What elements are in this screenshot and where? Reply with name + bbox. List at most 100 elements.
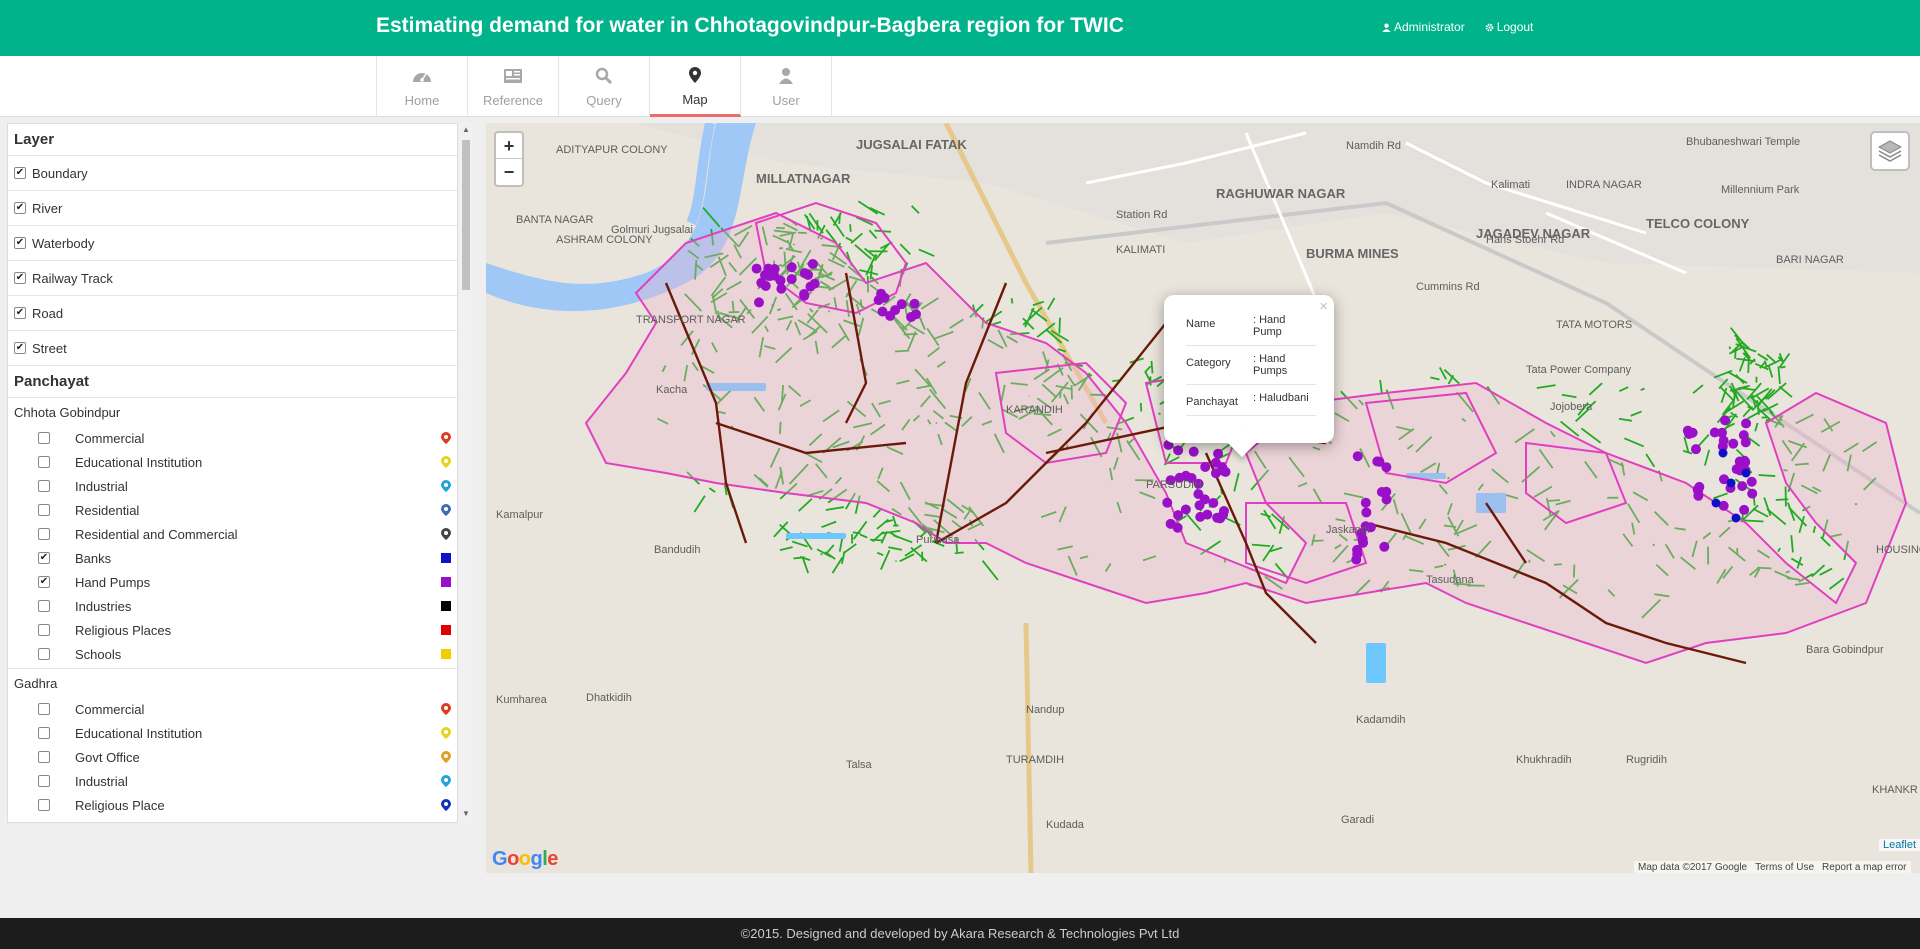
- hand-pump-marker: [909, 298, 920, 309]
- main-nav: Home Reference Query Map User: [0, 56, 1920, 117]
- category-checkbox[interactable]: [38, 648, 50, 660]
- panchayat-name: Chhota Gobindpur: [14, 405, 121, 420]
- category-checkbox[interactable]: [38, 775, 50, 787]
- map-attribution: Map data ©2017 Google Terms of Use Repor…: [1634, 861, 1911, 873]
- tab-map[interactable]: Map: [650, 56, 741, 117]
- category-row[interactable]: Industrial: [8, 769, 457, 793]
- category-row[interactable]: Commercial: [8, 426, 457, 450]
- leaflet-attribution-link[interactable]: Leaflet: [1879, 839, 1920, 851]
- popup-close-icon[interactable]: ×: [1319, 298, 1328, 315]
- category-checkbox[interactable]: [38, 600, 50, 612]
- terms-link[interactable]: Terms of Use: [1755, 862, 1814, 873]
- category-row[interactable]: Commercial: [8, 697, 457, 721]
- layer-river-checkbox[interactable]: ✔: [14, 202, 26, 214]
- hand-pump-marker: [1379, 541, 1390, 552]
- category-checkbox[interactable]: [38, 480, 50, 492]
- layer-waterbody-checkbox[interactable]: ✔: [14, 237, 26, 249]
- layer-road[interactable]: ✔ Road: [8, 296, 457, 331]
- category-row[interactable]: Educational Institution: [8, 450, 457, 474]
- legend-marker-icon: [441, 456, 451, 468]
- category-checkbox[interactable]: [38, 456, 50, 468]
- hand-pump-marker: [776, 283, 787, 294]
- user-menu-link[interactable]: Administrator: [1382, 20, 1465, 34]
- category-row[interactable]: Industries: [8, 594, 457, 618]
- scroll-thumb[interactable]: [462, 140, 470, 290]
- hand-pump-marker: [1188, 446, 1199, 457]
- category-label: Residential and Commercial: [75, 526, 238, 542]
- hand-pump-marker: [1220, 466, 1231, 477]
- layers-control-button[interactable]: [1870, 131, 1910, 171]
- hand-pump-marker: [1215, 513, 1226, 524]
- category-label: Educational Institution: [75, 454, 203, 470]
- category-row[interactable]: Religious Place: [8, 793, 457, 817]
- map-place-label: RAGHUWAR NAGAR: [1216, 186, 1346, 201]
- logout-link[interactable]: Logout: [1485, 20, 1534, 34]
- hand-pump-marker: [1747, 488, 1758, 499]
- layer-label: Boundary: [32, 165, 88, 181]
- layer-boundary[interactable]: ✔ Boundary: [8, 156, 457, 191]
- category-row[interactable]: ✔ Hand Pumps: [8, 570, 457, 594]
- map-canvas[interactable]: JUGSALAI FATAK ADITYAPUR COLONY MILLATNAGA…: [486, 123, 1920, 873]
- category-row[interactable]: Residential and Commercial: [8, 522, 457, 546]
- layer-road-checkbox[interactable]: ✔: [14, 307, 26, 319]
- legend-marker-icon: [441, 480, 451, 492]
- hand-pump-marker: [1709, 427, 1720, 438]
- category-row[interactable]: Religious Places: [8, 618, 457, 642]
- tab-query[interactable]: Query: [559, 56, 650, 117]
- category-checkbox[interactable]: ✔: [38, 576, 50, 588]
- zoom-in-button[interactable]: +: [496, 133, 522, 159]
- report-error-link[interactable]: Report a map error: [1822, 862, 1906, 873]
- category-checkbox[interactable]: [38, 799, 50, 811]
- layer-boundary-checkbox[interactable]: ✔: [14, 167, 26, 179]
- category-checkbox[interactable]: [38, 727, 50, 739]
- panchayat-category-list: Commercial Educational Institution Industr…: [8, 426, 457, 666]
- map-place-label: JUGSALAI FATAK: [856, 137, 967, 152]
- scroll-up-arrow-icon[interactable]: ▲: [462, 125, 470, 135]
- gear-icon: [1485, 23, 1494, 31]
- layer-street[interactable]: ✔ Street: [8, 331, 457, 366]
- map-place-label: Nandup: [1026, 704, 1065, 716]
- category-label: Hand Pumps: [75, 574, 151, 590]
- zoom-out-button[interactable]: −: [496, 159, 522, 185]
- map-place-label: KALIMATI: [1116, 244, 1165, 256]
- map-place-label: ADITYAPUR COLONY: [556, 144, 668, 156]
- category-row[interactable]: ✔ Banks: [8, 546, 457, 570]
- layer-panel-scrollbar[interactable]: ▲ ▼: [459, 123, 473, 823]
- hand-pump-marker: [1737, 481, 1748, 492]
- category-checkbox[interactable]: ✔: [38, 552, 50, 564]
- category-checkbox[interactable]: [38, 432, 50, 444]
- category-row[interactable]: Govt Office: [8, 745, 457, 769]
- street-segment: [870, 538, 884, 542]
- map-place-label: KHANKR: [1872, 784, 1918, 796]
- map-place-label: Tata Power Company: [1526, 364, 1632, 376]
- layer-street-checkbox[interactable]: ✔: [14, 342, 26, 354]
- category-row[interactable]: Residential: [8, 498, 457, 522]
- logout-label: Logout: [1496, 20, 1534, 34]
- tab-home[interactable]: Home: [377, 56, 468, 117]
- page-footer: ©2015. Designed and developed by Akara R…: [0, 918, 1920, 949]
- category-checkbox[interactable]: [38, 528, 50, 540]
- category-checkbox[interactable]: [38, 504, 50, 516]
- layer-waterbody[interactable]: ✔ Waterbody: [8, 226, 457, 261]
- tab-user[interactable]: User: [741, 56, 832, 117]
- category-row[interactable]: Educational Institution: [8, 721, 457, 745]
- layer-river[interactable]: ✔ River: [8, 191, 457, 226]
- category-label: Religious Place: [75, 797, 165, 813]
- category-checkbox[interactable]: [38, 703, 50, 715]
- tab-reference[interactable]: Reference: [468, 56, 559, 117]
- category-row[interactable]: Industrial: [8, 474, 457, 498]
- category-row[interactable]: Schools: [8, 642, 457, 666]
- map-place-label: Kumharea: [496, 694, 548, 706]
- hand-pump-marker: [1199, 494, 1210, 505]
- layer-railway-checkbox[interactable]: ✔: [14, 272, 26, 284]
- category-checkbox[interactable]: [38, 624, 50, 636]
- legend-marker-icon: [441, 703, 451, 715]
- tab-user-label: User: [772, 93, 800, 108]
- scroll-down-arrow-icon[interactable]: ▼: [462, 809, 470, 819]
- category-checkbox[interactable]: [38, 751, 50, 763]
- hand-pump-marker: [1740, 437, 1751, 448]
- map-place-label: Kadamdih: [1356, 714, 1406, 726]
- hand-pump-marker: [1351, 554, 1362, 565]
- legend-square-icon: [441, 649, 451, 659]
- layer-railway-track[interactable]: ✔ Railway Track: [8, 261, 457, 296]
